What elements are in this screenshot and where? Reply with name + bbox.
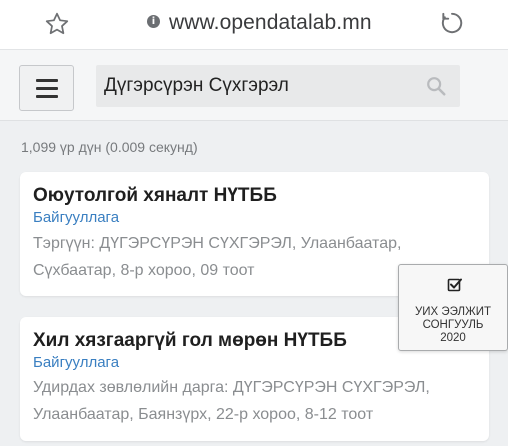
hamburger-icon-bar xyxy=(36,95,58,98)
search-header: Дүгэрсүрэн Сүхгэрэл xyxy=(0,50,508,121)
reload-icon[interactable] xyxy=(439,10,465,36)
result-type-link[interactable]: Байгууллага xyxy=(33,209,119,226)
result-title[interactable]: Хил хязгааргүй гол мөрөн НҮТББ xyxy=(33,330,347,352)
election-button-label: УИХ ЭЭЛЖИТ СОНГУУЛЬ 2020 xyxy=(399,306,507,345)
result-type-link[interactable]: Байгууллага xyxy=(33,354,119,371)
election-label-line: 2020 xyxy=(440,332,466,344)
result-description-line: Сүхбаатар, 8-р хороо, 09 тоот xyxy=(33,262,255,279)
hamburger-icon-bar xyxy=(36,79,58,82)
checkbox-checked-icon xyxy=(447,278,462,292)
result-description-line: Удирдах зөвлөлийн дарга: ДҮГЭРСҮРЭН СҮХГ… xyxy=(33,379,430,396)
election-2020-button[interactable]: УИХ ЭЭЛЖИТ СОНГУУЛЬ 2020 xyxy=(398,264,508,351)
search-input[interactable]: Дүгэрсүрэн Сүхгэрэл xyxy=(96,65,460,107)
result-description-line: Тэргүүн: ДҮГЭРСҮРЭН СҮХГЭРЭЛ, Улаанбаата… xyxy=(33,235,402,252)
search-icon[interactable] xyxy=(425,75,447,97)
result-description-line: Улаанбаатар, Баянзүрх, 22-р хороо, 8-12 … xyxy=(33,406,374,423)
election-label-line: СОНГУУЛЬ xyxy=(422,319,484,331)
hamburger-icon-bar xyxy=(36,87,58,90)
search-query-text[interactable]: Дүгэрсүрэн Сүхгэрэл xyxy=(104,75,289,97)
election-label-line: УИХ ЭЭЛЖИТ xyxy=(414,306,492,318)
browser-url-bar: i www.opendatalab.mn xyxy=(0,0,508,50)
results-summary: 1,099 үр дүн (0.009 секунд) xyxy=(21,139,198,155)
site-info-icon[interactable]: i xyxy=(147,15,160,28)
menu-button[interactable] xyxy=(19,65,74,111)
address-url[interactable]: www.opendatalab.mn xyxy=(169,11,372,35)
bookmark-star-icon[interactable] xyxy=(44,11,70,37)
result-title[interactable]: Оюутолгой хяналт НҮТББ xyxy=(33,185,277,207)
